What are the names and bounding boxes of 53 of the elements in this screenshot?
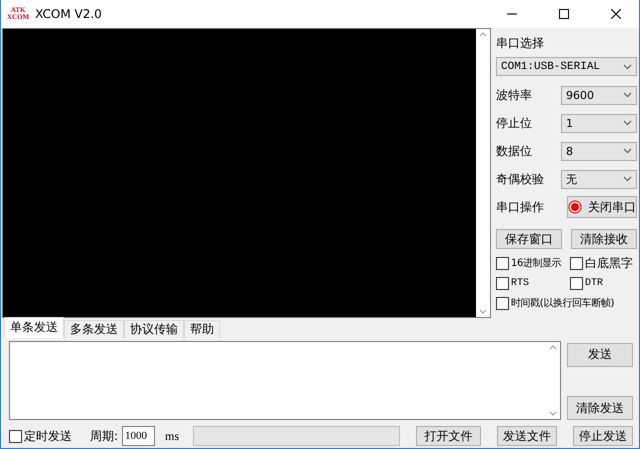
setting-dropdown[interactable]: 9600 xyxy=(561,86,637,104)
checkbox-option[interactable]: 16进制显示 xyxy=(496,255,570,271)
checkbox[interactable] xyxy=(496,256,509,270)
clear-send-button[interactable]: 清除发送 xyxy=(567,396,633,420)
checkbox[interactable] xyxy=(496,296,509,310)
tab[interactable]: 单条发送 xyxy=(4,316,64,338)
setting-label: 奇偶校验 xyxy=(496,170,544,188)
close-icon xyxy=(611,9,621,19)
checkbox[interactable] xyxy=(570,276,583,290)
timed-send-checkbox[interactable]: 定时发送 xyxy=(9,428,72,444)
send-file-button[interactable]: 发送文件 xyxy=(497,426,558,446)
scroll-down-icon xyxy=(479,308,487,314)
checkbox-option[interactable]: 白底黑字 xyxy=(570,255,634,271)
send-button[interactable]: 发送 xyxy=(567,342,633,367)
scroll-up-icon xyxy=(479,32,487,37)
chevron-down-icon xyxy=(623,148,632,154)
tab[interactable]: 帮助 xyxy=(184,320,220,338)
close-port-button[interactable]: 关闭串口 xyxy=(567,196,637,218)
clear-receive-button[interactable]: 清除接收 xyxy=(571,229,637,249)
save-window-button[interactable]: 保存窗口 xyxy=(496,229,562,249)
scrollbar[interactable] xyxy=(476,29,490,317)
stop-send-button[interactable]: 停止发送 xyxy=(573,426,633,446)
checkbox[interactable] xyxy=(9,430,22,443)
setting-label: 波特率 xyxy=(496,86,532,104)
unit-label: ms xyxy=(165,428,180,444)
setting-label: 停止位 xyxy=(496,114,532,132)
receive-area[interactable] xyxy=(2,28,491,318)
chevron-down-icon xyxy=(623,120,632,126)
checkbox-option[interactable]: 时间戳(以换行回车断帧) xyxy=(496,295,634,311)
setting-dropdown[interactable]: 无 xyxy=(561,170,637,188)
window-title: XCOM V2.0 xyxy=(35,7,103,21)
chevron-down-icon xyxy=(623,64,632,70)
scroll-up-icon xyxy=(549,344,557,350)
open-file-button[interactable]: 打开文件 xyxy=(416,426,482,446)
setting-dropdown[interactable]: 8 xyxy=(561,142,637,160)
chevron-down-icon xyxy=(623,92,632,98)
tab[interactable]: 协议传输 xyxy=(124,320,184,338)
setting-dropdown[interactable]: 1 xyxy=(561,114,637,132)
checkbox[interactable] xyxy=(570,256,583,270)
period-label: 周期: xyxy=(90,428,118,445)
maximize-icon xyxy=(559,9,569,19)
checkbox-option[interactable]: RTS xyxy=(496,275,570,291)
checkbox-option[interactable]: DTR xyxy=(570,275,634,291)
port-select-label: 串口选择 xyxy=(496,34,545,52)
scroll-down-icon xyxy=(549,411,557,416)
setting-label: 数据位 xyxy=(496,142,532,160)
period-input[interactable]: 1000 xyxy=(122,426,156,446)
tab[interactable]: 多条发送 xyxy=(64,320,124,338)
port-operation-label: 串口操作 xyxy=(496,198,544,216)
send-text-area[interactable] xyxy=(9,340,561,420)
chevron-down-icon xyxy=(623,176,632,182)
port-dropdown[interactable]: COM1:USB-SERIAL xyxy=(496,57,637,76)
checkbox[interactable] xyxy=(496,276,509,290)
